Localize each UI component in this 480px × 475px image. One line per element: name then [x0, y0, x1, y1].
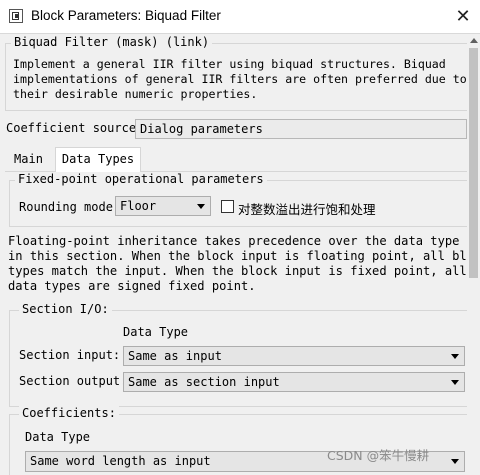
section-output-label: Section output: [19, 374, 128, 388]
fixed-point-legend: Fixed-point operational parameters [15, 172, 267, 186]
mask-description: Implement a general IIR filter using biq… [13, 57, 467, 101]
tab-main[interactable]: Main [8, 149, 49, 171]
chevron-down-icon [451, 459, 459, 464]
rounding-mode-select[interactable]: Floor [115, 196, 211, 216]
scroll-up-arrow-icon[interactable] [470, 38, 478, 43]
section-input-label: Section input: [19, 348, 121, 362]
inheritance-note: Floating-point inheritance takes precede… [8, 234, 480, 293]
window-title: Block Parameters: Biquad Filter [31, 8, 221, 23]
mask-legend: Biquad Filter (mask) (link) [11, 35, 213, 49]
coefficients-legend: Coefficients: [19, 406, 119, 420]
chevron-down-icon [451, 380, 459, 385]
rounding-mode-label: Rounding mode: [19, 200, 121, 214]
coefficient-source-field[interactable]: Dialog parameters [135, 119, 467, 139]
close-button[interactable]: ✕ [446, 0, 480, 33]
section-output-select[interactable]: Same as section input [123, 372, 465, 392]
chevron-down-icon [197, 204, 205, 209]
section-input-select[interactable]: Same as input [123, 346, 465, 366]
section-output-value: Same as section input [128, 375, 280, 389]
title-bar: Block Parameters: Biquad Filter ✕ [0, 0, 480, 34]
rounding-mode-value: Floor [120, 199, 157, 213]
coefficients-data-type-value: Same word length as input [30, 454, 211, 468]
scrollbar-thumb[interactable] [469, 48, 478, 278]
vertical-scrollbar[interactable] [467, 34, 480, 475]
coefficient-source-label: Coefficient source: [6, 121, 144, 135]
tab-data-types[interactable]: Data Types [55, 147, 141, 172]
section-input-value: Same as input [128, 349, 222, 363]
saturate-overflow-checkbox[interactable] [221, 200, 234, 213]
section-io-data-type-header: Data Type [123, 325, 189, 339]
coefficients-data-type-header: Data Type [25, 430, 91, 444]
section-io-legend: Section I/O: [19, 302, 112, 316]
block-parameters-icon [9, 9, 23, 23]
dialog-content: Biquad Filter (mask) (link) Implement a … [0, 34, 480, 475]
chevron-down-icon [451, 354, 459, 359]
saturate-overflow-label: 对整数溢出进行饱和处理 [238, 202, 376, 217]
watermark: CSDN @笨牛慢耕 [327, 448, 430, 463]
